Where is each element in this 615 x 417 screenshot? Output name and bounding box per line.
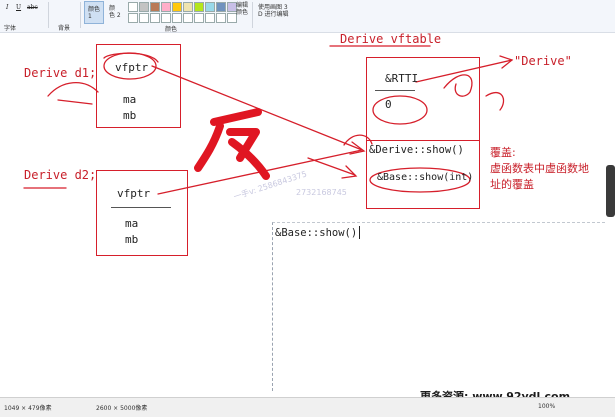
scribble xyxy=(47,82,99,97)
scrollbar-handle[interactable] xyxy=(606,165,615,217)
scribble xyxy=(57,99,93,105)
d1-mb: mb xyxy=(123,109,137,122)
show-base-entry: &Base::show(int) xyxy=(377,172,474,183)
text-box[interactable]: &Base::show() xyxy=(272,222,605,391)
offset-entry: 0 xyxy=(385,98,392,111)
canvas-size: 2600 × 5000像素 xyxy=(96,405,148,412)
vftable-box: &RTTI 0 &Derive::show() &Base::show(int) xyxy=(366,57,480,209)
rtti-scribble xyxy=(485,91,505,111)
cover-desc-1: 虚函数表中虚函数地 xyxy=(490,162,589,175)
status-bar: 1049 × 479像素 2600 × 5000像素 100% xyxy=(0,397,615,417)
text-cursor xyxy=(359,226,360,239)
vftable-divider xyxy=(367,140,479,141)
derive-string: "Derive" xyxy=(514,54,572,68)
cover-title: 覆盖: xyxy=(490,146,516,159)
d1-ma: ma xyxy=(123,93,137,106)
watermark-line2: 2732168745 xyxy=(296,188,347,197)
d1-label: Derive d1; xyxy=(24,66,97,80)
cover-desc-2: 址的覆盖 xyxy=(490,178,534,191)
selection-size: 1049 × 479像素 xyxy=(4,405,52,412)
d2-divider xyxy=(111,207,171,208)
d1-vfptr: vfptr xyxy=(115,61,149,74)
d2-label: Derive d2; xyxy=(24,168,97,182)
rtti-divider xyxy=(375,90,415,91)
rtti-entry: &RTTI xyxy=(385,72,419,85)
arrow-textbox-head xyxy=(341,165,358,179)
textbox-content[interactable]: &Base::show() xyxy=(275,227,357,239)
d1-object-box: vfptr ma mb xyxy=(96,44,181,128)
d2-object-box: vfptr ma mb xyxy=(96,170,188,256)
zoom-level[interactable]: 100% xyxy=(538,403,555,410)
arrow-textbox-line xyxy=(307,157,356,176)
show-derive-entry: &Derive::show() xyxy=(369,144,464,156)
vftable-title: Derive vftable xyxy=(340,32,442,46)
d2-ma: ma xyxy=(125,217,139,230)
d2-mb: mb xyxy=(125,233,139,246)
d2-vfptr: vfptr xyxy=(117,187,151,200)
